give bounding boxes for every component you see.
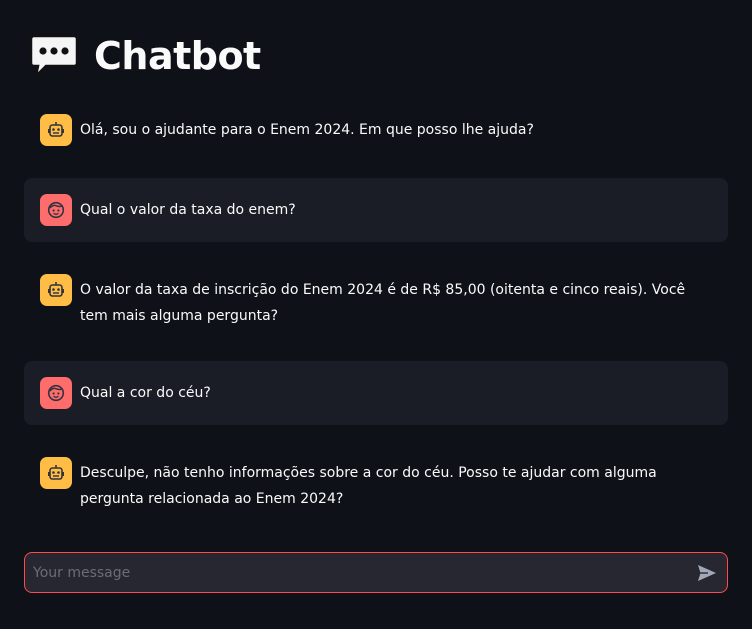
user-avatar — [40, 194, 72, 226]
assistant-message: Olá, sou o ajudante para o Enem 2024. Em… — [24, 98, 728, 162]
send-button[interactable] — [687, 553, 727, 592]
assistant-message: Desculpe, não tenho informações sobre a … — [24, 441, 728, 528]
assistant-avatar — [40, 274, 72, 306]
user-avatar — [40, 377, 72, 409]
message-text: Qual a cor do céu? — [80, 385, 211, 401]
page-title: Chatbot — [94, 34, 261, 78]
user-message: Qual o valor da taxa do enem? — [24, 178, 728, 242]
chat-input-container — [24, 552, 728, 593]
user-message: Qual a cor do céu? — [24, 361, 728, 425]
page-header: Chatbot — [30, 32, 261, 80]
message-text: Desculpe, não tenho informações sobre a … — [80, 465, 657, 507]
send-arrow-icon — [698, 564, 716, 581]
robot-face-icon — [48, 122, 64, 137]
assistant-avatar — [40, 114, 72, 146]
assistant-avatar — [40, 457, 72, 489]
message-text: Qual o valor da taxa do enem? — [80, 202, 296, 218]
robot-face-icon — [48, 465, 64, 480]
robot-face-icon — [48, 282, 64, 297]
user-face-icon — [47, 201, 65, 219]
message-list: Olá, sou o ajudante para o Enem 2024. Em… — [24, 98, 728, 528]
message-text: O valor da taxa de inscrição do Enem 202… — [80, 282, 686, 324]
user-face-icon — [47, 384, 65, 402]
chat-input[interactable] — [25, 553, 687, 592]
chat-page: Chatbot Olá, sou o ajudante para o Enem … — [0, 0, 752, 629]
speech-balloon-icon — [30, 34, 78, 78]
assistant-message: O valor da taxa de inscrição do Enem 202… — [24, 258, 728, 345]
message-text: Olá, sou o ajudante para o Enem 2024. Em… — [80, 122, 534, 138]
